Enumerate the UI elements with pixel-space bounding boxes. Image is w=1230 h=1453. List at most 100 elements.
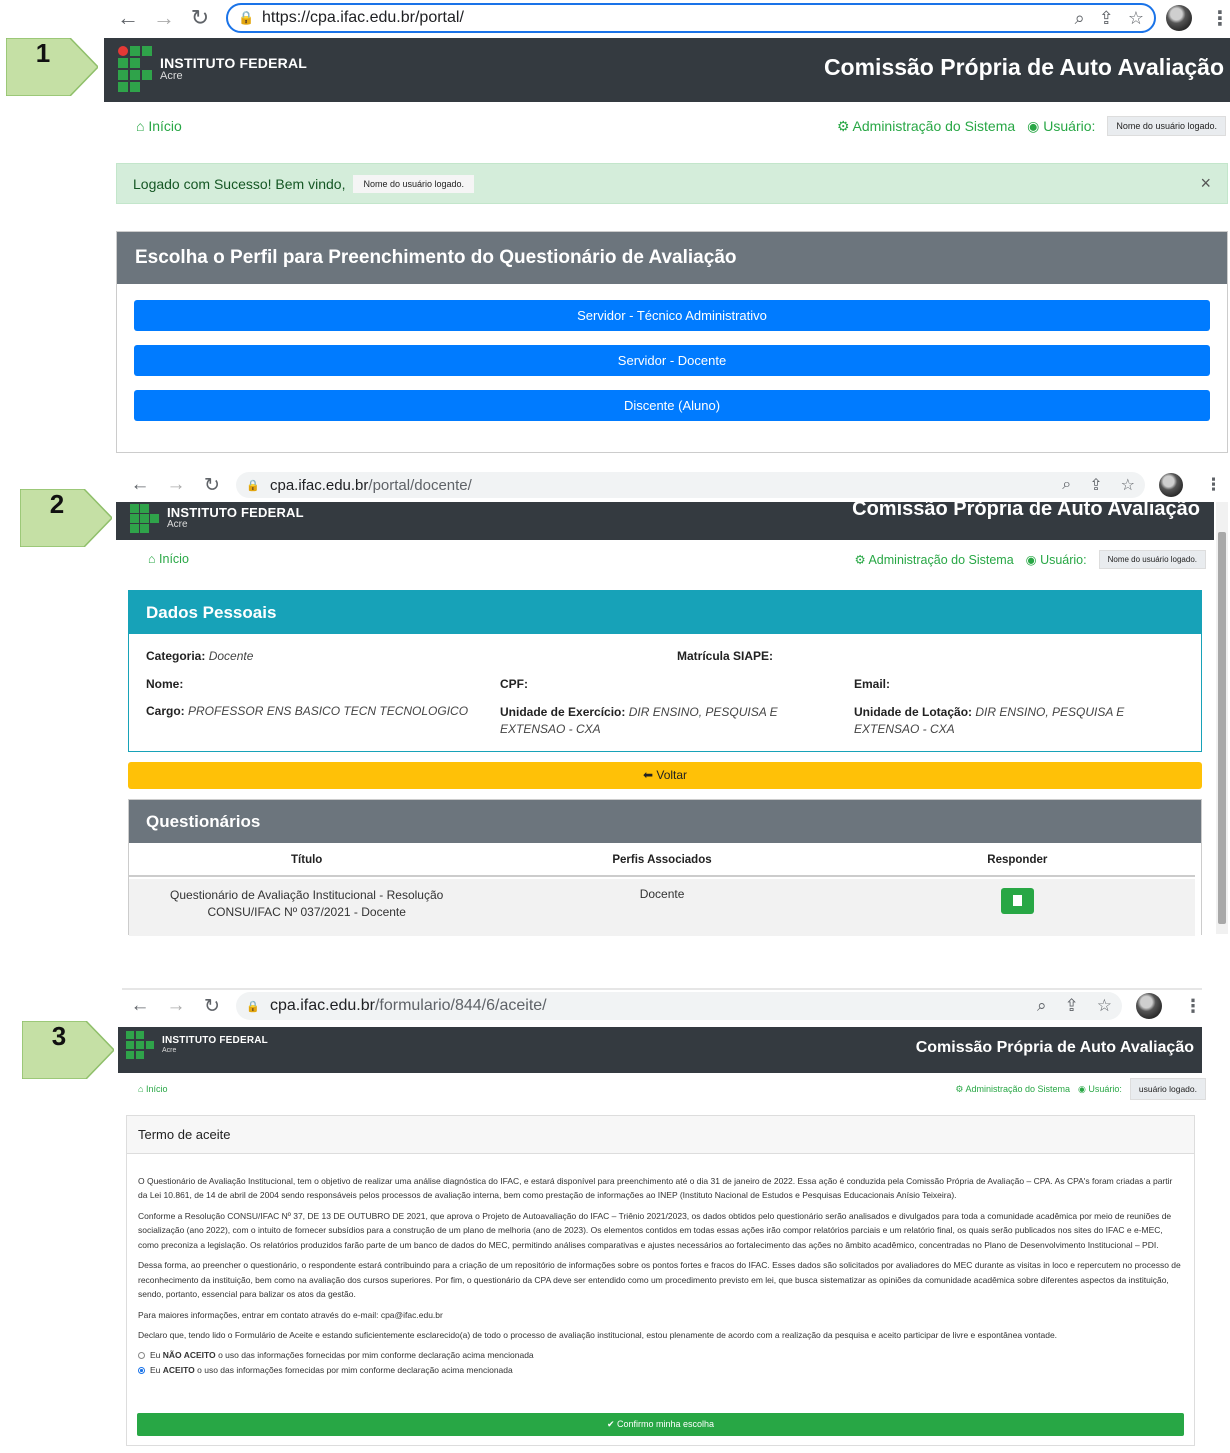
step-marker-3: 3	[22, 1021, 114, 1079]
bookmark-star-icon[interactable]: ☆	[1097, 996, 1112, 1016]
ifac-logo[interactable]: INSTITUTO FEDERAL Acre	[126, 1031, 268, 1059]
user-label: ◉ Usuário:	[1027, 117, 1096, 134]
questionarios-card: Questionários Título Perfis Associados R…	[128, 799, 1202, 936]
address-bar[interactable]: 🔒 cpa.ifac.edu.br/portal/docente/ ⌕ ⇪ ☆	[236, 472, 1145, 498]
back-icon[interactable]: ←	[122, 474, 158, 496]
url-text: https://cpa.ifac.edu.br/portal/	[262, 9, 464, 26]
btn-servidor-tecnico[interactable]: Servidor - Técnico Administrativo	[134, 300, 1210, 331]
back-icon[interactable]: ←	[110, 5, 146, 31]
arrow-left-icon: ⬅	[642, 768, 654, 782]
cpf-field: CPF:	[500, 677, 528, 691]
back-icon[interactable]: ←	[122, 995, 158, 1017]
profile-avatar[interactable]	[1159, 473, 1183, 497]
address-bar[interactable]: 🔒 cpa.ifac.edu.br/formulario/844/6/aceit…	[236, 992, 1122, 1020]
scrollbar-thumb[interactable]	[1218, 532, 1226, 924]
user-label: ◉ Usuário:	[1077, 1083, 1122, 1094]
lock-icon: 🔒	[246, 1000, 260, 1013]
profile-card-title: Escolha o Perfil para Preenchimento do Q…	[135, 247, 737, 268]
termo-aceite-title: Termo de aceite	[138, 1127, 231, 1142]
header-title: Comissão Própria de Auto Avaliação	[852, 498, 1200, 520]
term-paragraph-4: Para maiores informações, entrar em cont…	[138, 1309, 443, 1320]
option-aceito[interactable]: Eu ACEITO o uso das informações fornecid…	[138, 1363, 1183, 1377]
zoom-icon[interactable]: ⌕	[1062, 476, 1071, 494]
logo-line1: INSTITUTO FEDERAL	[160, 54, 308, 71]
categoria-field: Categoria: Docente	[146, 649, 254, 663]
step-marker-2: 2	[20, 489, 112, 547]
alert-message: Logado com Sucesso! Bem vindo,	[133, 175, 346, 192]
ifac-logo[interactable]: INSTITUTO FEDERAL Acre	[118, 46, 307, 92]
dados-pessoais-title: Dados Pessoais	[146, 602, 277, 622]
term-paragraph-5: Declaro que, tendo lido o Formulário de …	[138, 1329, 1058, 1340]
browser-menu-icon[interactable]: ⋮	[1205, 475, 1222, 495]
col-perfis: Perfis Associados	[612, 854, 712, 866]
reload-icon[interactable]: ↻	[194, 995, 230, 1018]
logo-line1: INSTITUTO FEDERAL	[167, 505, 304, 521]
home-link[interactable]: ⌂ Início	[138, 1084, 167, 1094]
browser-menu-icon[interactable]: ⋮	[1210, 6, 1230, 31]
header-title: Comissão Própria de Auto Avaliação	[915, 1039, 1194, 1056]
success-alert: Logado com Sucesso! Bem vindo, Nome do u…	[116, 163, 1228, 204]
share-icon[interactable]: ⇪	[1065, 996, 1079, 1016]
forward-icon[interactable]: →	[158, 995, 194, 1017]
dados-pessoais-card: Dados Pessoais Categoria: Docente Matríc…	[128, 590, 1202, 752]
table-row: Questionário de Avaliação Institucional …	[129, 879, 1195, 936]
unidade-exercicio-field: Unidade de Exercício: DIR ENSINO, PESQUI…	[500, 705, 778, 737]
top-nav-1: ⌂ Início ⚙ Administração do Sistema ◉ Us…	[104, 112, 1230, 140]
bookmark-star-icon[interactable]: ☆	[1128, 8, 1144, 29]
reload-icon[interactable]: ↻	[194, 474, 230, 497]
home-link[interactable]: ⌂ Início	[148, 552, 189, 566]
admin-link[interactable]: ⚙ Administração do Sistema	[854, 552, 1013, 567]
questionarios-header: Questionários	[129, 800, 1201, 843]
header-title: Comissão Própria de Auto Avaliação	[823, 54, 1224, 80]
ifac-logo[interactable]: INSTITUTO FEDERAL Acre	[130, 504, 304, 533]
term-paragraph-2: Conforme a Resolução CONSU/IFAC Nº 37, D…	[138, 1210, 1172, 1250]
zoom-icon[interactable]: ⌕	[1075, 8, 1085, 29]
browser-menu-icon[interactable]: ⋮	[1184, 996, 1202, 1017]
admin-link[interactable]: ⚙ Administração do Sistema	[837, 118, 1015, 135]
alert-user-chip: Nome do usuário logado.	[353, 174, 475, 193]
confirm-button[interactable]: ✔ Confirmo minha escolha	[137, 1413, 1184, 1436]
close-icon[interactable]: ×	[1200, 173, 1211, 194]
share-icon[interactable]: ⇪	[1089, 475, 1102, 495]
btn-discente[interactable]: Discente (Aluno)	[134, 390, 1210, 421]
questionarios-title: Questionários	[146, 811, 261, 831]
scrollbar[interactable]	[1216, 502, 1228, 934]
url-text: cpa.ifac.edu.br/formulario/844/6/aceite/	[270, 997, 547, 1014]
check-icon: ✔	[606, 1419, 615, 1429]
admin-link[interactable]: ⚙ Administração do Sistema	[955, 1084, 1070, 1095]
option-nao-aceito[interactable]: Eu NÃO ACEITO o uso das informações forn…	[138, 1348, 1183, 1362]
matricula-field: Matrícula SIAPE:	[677, 649, 774, 663]
logo-line2: Acre	[167, 519, 188, 531]
nome-field: Nome:	[146, 677, 184, 691]
unidade-lotacao-field: Unidade de Lotação: DIR ENSINO, PESQUISA…	[854, 705, 1125, 737]
profile-avatar[interactable]	[1166, 5, 1192, 31]
radio-nao-aceito[interactable]	[138, 1352, 145, 1360]
term-paragraph-3: Dessa forma, ao preencher o questionário…	[138, 1260, 1181, 1300]
site-header-1: INSTITUTO FEDERAL Acre Comissão Própria …	[104, 38, 1230, 102]
zoom-icon[interactable]: ⌕	[1037, 996, 1047, 1016]
profile-avatar[interactable]	[1136, 993, 1162, 1019]
lock-icon: 🔒	[246, 479, 260, 492]
btn-servidor-docente[interactable]: Servidor - Docente	[134, 345, 1210, 376]
voltar-button[interactable]: ⬅ Voltar	[128, 762, 1202, 789]
ifac-logo-mark	[126, 1031, 154, 1059]
col-titulo: Título	[291, 854, 323, 866]
top-nav-3: ⌂ Início ⚙ Administração do Sistema ◉ Us…	[118, 1078, 1206, 1100]
home-link[interactable]: ⌂ Início	[136, 118, 182, 134]
step-marker-1: 1	[6, 38, 98, 96]
reload-icon[interactable]: ↻	[182, 5, 218, 31]
forward-icon[interactable]: →	[146, 5, 182, 31]
dados-pessoais-header: Dados Pessoais	[129, 591, 1201, 634]
forward-icon[interactable]: →	[158, 474, 194, 496]
browser-toolbar-1: ← → ↻ 🔒 https://cpa.ifac.edu.br/portal/ …	[110, 0, 1230, 36]
term-paragraph-1: O Questionário de Avaliação Instituciona…	[138, 1176, 1173, 1201]
share-icon[interactable]: ⇪	[1099, 8, 1114, 29]
responder-button[interactable]	[1000, 888, 1034, 914]
row-perfis: Docente	[639, 887, 685, 901]
bookmark-star-icon[interactable]: ☆	[1121, 475, 1135, 495]
radio-aceito[interactable]	[138, 1366, 145, 1374]
browser-toolbar-3: ← → ↻ 🔒 cpa.ifac.edu.br/formulario/844/6…	[122, 988, 1202, 1022]
address-bar[interactable]: 🔒 https://cpa.ifac.edu.br/portal/ ⌕ ⇪ ☆	[226, 3, 1156, 33]
user-name-chip: Nome do usuário logado.	[1107, 116, 1226, 136]
termo-aceite-card: Termo de aceite O Questionário de Avalia…	[126, 1115, 1195, 1446]
